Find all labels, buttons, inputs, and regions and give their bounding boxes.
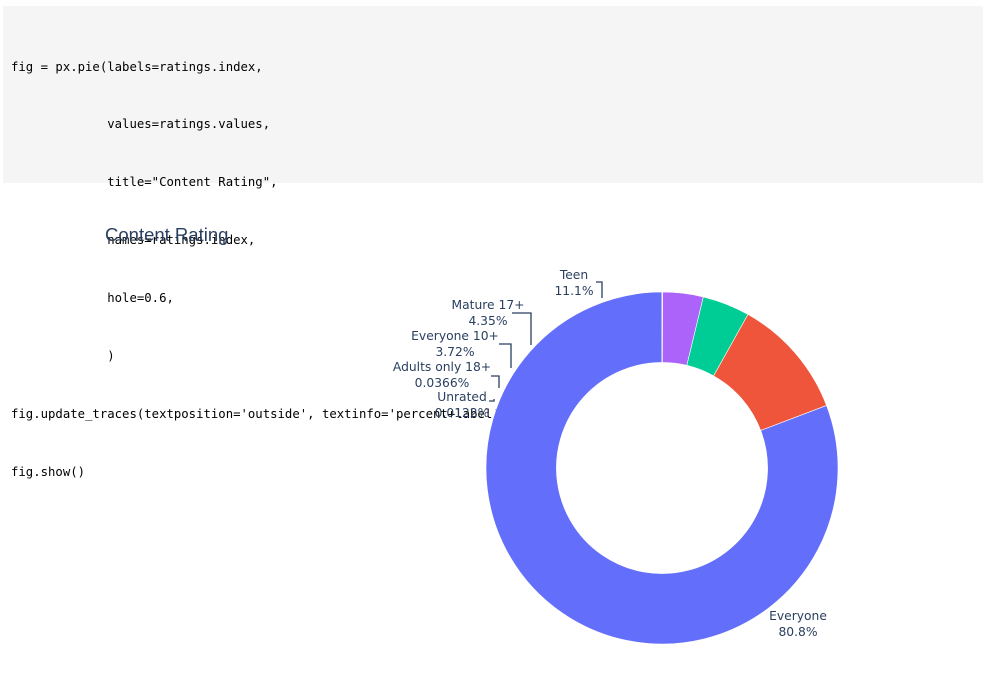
slice-label-name: Mature 17+ [452,298,525,312]
slice-label-name: Teen [559,268,588,282]
slice-label: Teen 11.1% [554,268,593,298]
slice-label-percent: 80.8% [778,625,817,639]
slice-label-name: Everyone [769,609,827,623]
slice-label-name: Unrated [437,390,487,404]
slice-label: Everyone 80.8% [769,609,827,639]
slice-label-percent: 3.72% [435,345,474,359]
leader-line [489,399,495,402]
slice-label: Unrated 0.0122% [435,390,490,420]
slice-label-name: Everyone 10+ [411,329,499,343]
leader-line [512,312,532,345]
donut-chart: Everyone 80.8%Teen 11.1%Mature 17+ 4.35%Eve… [393,268,839,645]
slice-label-percent: 4.35% [468,314,507,328]
slice-label: Adults only 18+ 0.0366% [393,360,491,390]
slice-label-name: Adults only 18+ [393,360,491,374]
slice-label-percent: 0.0366% [415,376,470,390]
leader-line [596,281,603,298]
slice-label: Everyone 10+ 3.72% [411,329,499,359]
leader-line [491,375,500,388]
slice-label-percent: 0.0122% [435,406,490,420]
donut-slices [485,291,839,645]
leader-line [499,343,512,368]
slice-label-percent: 11.1% [554,284,593,298]
